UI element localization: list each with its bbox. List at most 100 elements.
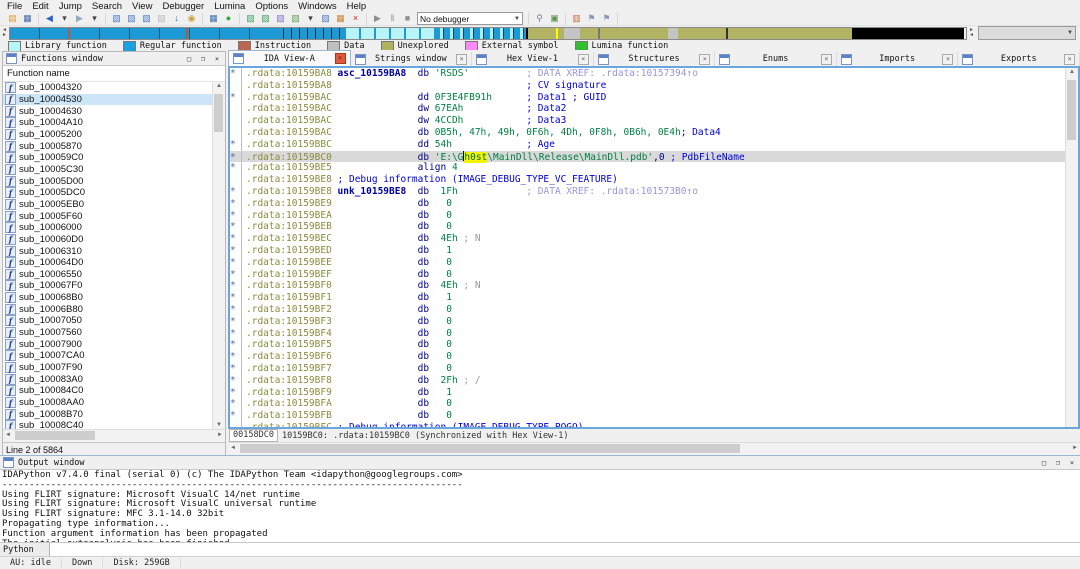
function-row[interactable]: f sub_10004A10 [3,117,225,129]
disassembly-vscrollbar[interactable]: ▲ [1065,68,1078,427]
navband-zoom-combo[interactable]: ▼ [978,26,1076,40]
open-file-icon[interactable]: ▤ [6,13,19,24]
navband-right-arrows[interactable]: ► ◄ [967,28,976,38]
asm-line[interactable]: .rdata:10159BAC dw 4CCDh ; Data3 [230,115,1066,127]
tab-close-icon[interactable]: × [942,53,954,65]
tab-close-icon[interactable]: × [820,53,832,65]
apply-icon[interactable]: ▧ [289,13,302,24]
back-icon[interactable]: ◀ [43,13,56,24]
function-row[interactable]: f sub_10006310 [3,245,225,257]
functions-vscrollbar[interactable]: ▲ ▼ [212,82,225,429]
forward-icon[interactable]: ▶ [73,13,86,24]
function-row[interactable]: f sub_100060D0 [3,233,225,246]
function-row[interactable]: f sub_10006550 [3,268,225,281]
navband-unexplored[interactable] [528,27,852,39]
disassembly-listing[interactable]: * .rdata:10159BA8 asc_10159BA8 db 'RSDS' … [230,68,1066,427]
function-row[interactable]: f sub_10007560 [3,327,225,339]
output-window-titlebar[interactable]: Output window □ ❐ × [0,456,1080,470]
patch-icon[interactable]: ▧ [274,13,287,24]
script-dropdown-icon[interactable]: ▾ [304,13,317,24]
copy-icon[interactable]: ▧ [110,13,123,24]
tab-exports[interactable]: Exports × [958,52,1080,66]
script-icon[interactable]: ▨ [319,13,332,24]
tab-close-icon[interactable]: × [456,53,468,65]
function-row[interactable]: f sub_10005C30 [3,163,225,176]
asm-line[interactable]: .rdata:10159BE8 ; Debug information (IMA… [230,174,1066,186]
output-log[interactable]: IDAPython v7.4.0 final (serial 0) (c) Th… [0,470,1080,542]
python-input[interactable] [50,543,1080,556]
function-row[interactable]: f sub_100068B0 [3,292,225,304]
asm-line[interactable]: * .rdata:10159BF9 db 1 [230,386,1066,399]
disassembly-vscroll-thumb[interactable] [1067,80,1076,140]
hscroll-right-arrow[interactable]: ► [217,432,223,438]
lumina-icon[interactable]: ◉ [185,13,198,24]
asm-line[interactable]: * .rdata:10159BE9 db 0 [230,197,1066,210]
function-row[interactable]: f sub_10004320 [3,82,225,94]
function-row[interactable]: f sub_100059C0 [3,152,225,164]
cancel-icon[interactable]: × [349,13,362,24]
asm-line[interactable]: .rdata:10159BFC ; Debug information (IMA… [230,421,1066,427]
function-row[interactable]: f sub_10007F90 [3,362,225,374]
output-float-button[interactable]: ❐ [1053,458,1063,467]
function-row[interactable]: f sub_10008C40 [3,420,225,429]
tab-close-icon[interactable]: × [334,53,346,64]
function-row[interactable]: f sub_100083A0 [3,373,225,385]
asm-line[interactable]: * .rdata:10159BBC dd 54h ; Age [230,138,1066,151]
asm-line[interactable]: .rdata:10159BAC dw 67EAh ; Data2 [230,103,1066,116]
pause-process-icon[interactable]: ‖ [386,13,399,24]
function-row[interactable]: f sub_10004530 [3,93,225,106]
functions-hscrollbar[interactable]: ◄ ► [3,429,225,442]
navband-left-arrows[interactable]: ◄ ► [0,28,9,38]
function-row[interactable]: f sub_10005DC0 [3,187,225,199]
asm-line[interactable]: * .rdata:10159BF8 db 2Fh ; / [230,374,1066,387]
function-row[interactable]: f sub_10007900 [3,338,225,350]
tab-enums[interactable]: Enums × [715,52,837,66]
tab-strings-window[interactable]: Strings window × [351,52,473,66]
output-maximize-button[interactable]: □ [1039,458,1049,467]
menu-options[interactable]: Options [250,0,293,13]
function-row[interactable]: f sub_10008B70 [3,408,225,420]
menu-lumina[interactable]: Lumina [209,0,250,13]
asm-line[interactable]: * .rdata:10159BF4 db 0 [230,327,1066,340]
asm-line[interactable]: * .rdata:10159BC0 db 'E:\Gh0st\MainDll\Re… [230,150,1066,164]
asm-line[interactable]: * .rdata:10159BF7 db 0 [230,362,1066,375]
asm-line[interactable]: * .rdata:10159BEF db 0 [230,268,1066,281]
menu-debugger[interactable]: Debugger [157,0,209,13]
navigation-band[interactable] [9,26,967,40]
navband-mixed[interactable] [434,27,526,39]
function-flag-icon[interactable]: ⚑ [600,13,613,24]
function-row[interactable]: f sub_10005F60 [3,210,225,222]
tab-structures[interactable]: Structures × [594,52,716,66]
attach-icon[interactable]: ⚲ [533,13,546,24]
snapshot-icon[interactable]: ▦ [334,13,347,24]
functions-hscroll-thumb[interactable] [15,431,95,440]
python-prompt-button[interactable]: Python [0,543,50,556]
navband-library-functions[interactable] [346,27,434,39]
asm-line[interactable]: * .rdata:10159BF0 db 4Eh ; N [230,280,1066,293]
combo-dropdown-icon[interactable]: ▼ [514,16,520,22]
back-dropdown-icon[interactable]: ▾ [58,13,71,24]
asm-line[interactable]: * .rdata:10159BFB db 0 [230,410,1066,422]
tab-close-icon[interactable]: × [577,53,589,65]
dup-icon[interactable]: ▧ [140,13,153,24]
function-row[interactable]: f sub_10006B80 [3,303,225,315]
function-row[interactable]: f sub_10004630 [3,105,225,117]
breakpoint-flag-icon[interactable]: ⚑ [585,13,598,24]
debugger-options-icon[interactable]: ▣ [548,13,561,24]
functions-maximize-button[interactable]: □ [184,54,194,63]
tab-hex-view-1[interactable]: Hex View-1 × [472,52,594,66]
paste-icon[interactable]: ▧ [125,13,138,24]
menu-edit[interactable]: Edit [27,0,53,13]
navband-end-black[interactable] [852,27,964,39]
forward-dropdown-icon[interactable]: ▾ [88,13,101,24]
function-row[interactable]: f sub_10007050 [3,315,225,327]
tab-imports[interactable]: Imports × [837,52,959,66]
asm-hscroll-thumb[interactable] [240,444,740,453]
menu-file[interactable]: File [2,0,27,13]
functions-float-button[interactable]: ❐ [198,54,208,63]
asm-line[interactable]: * .rdata:10159BE8 unk_10159BE8 db 1Fh ; D… [230,185,1066,198]
navband-dense-functions[interactable] [276,27,346,39]
menu-windows[interactable]: Windows [293,0,342,13]
functions-window-titlebar[interactable]: Functions window □ ❐ × [3,52,225,66]
menu-jump[interactable]: Jump [54,0,87,13]
